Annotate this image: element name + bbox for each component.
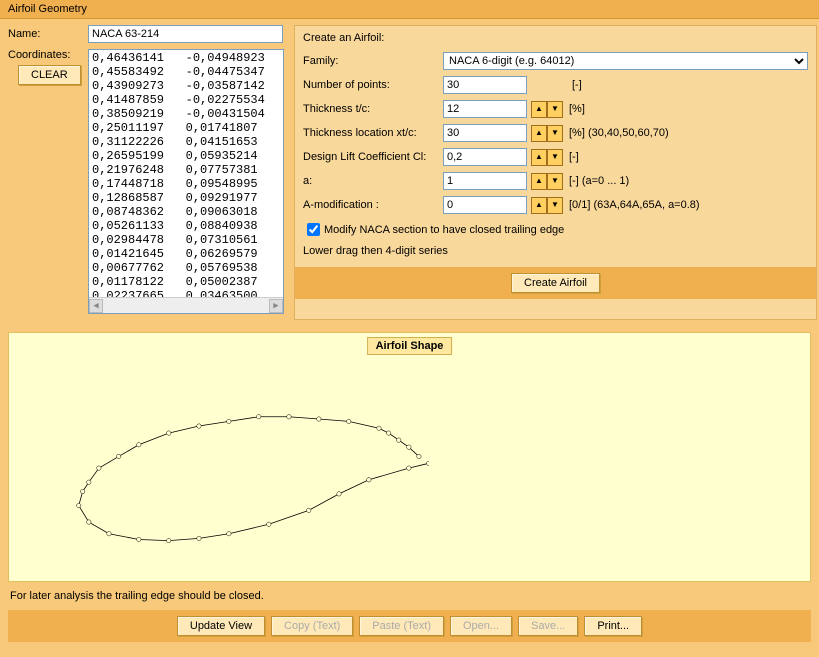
main-row: Name: Coordinates: CLEAR 0,46436141 -0,0… — [0, 19, 819, 320]
shape-title: Airfoil Shape — [367, 337, 453, 355]
family-label: Family: — [303, 55, 443, 67]
amod-unit: [0/1] (63A,64A,65A, a=0.8) — [569, 199, 700, 211]
cl-unit: [-] — [569, 151, 579, 163]
thickness-input[interactable] — [443, 100, 527, 118]
cl-label: Design Lift Coefficient Cl: — [303, 151, 443, 163]
left-column: Name: Coordinates: CLEAR 0,46436141 -0,0… — [8, 25, 284, 320]
a-input[interactable] — [443, 172, 527, 190]
thickloc-input[interactable] — [443, 124, 527, 142]
amod-up-icon[interactable]: ▲ — [531, 197, 547, 214]
print-button[interactable]: Print... — [584, 616, 642, 636]
npoints-input[interactable] — [443, 76, 527, 94]
h-scrollbar[interactable]: ◀ ▶ — [89, 297, 283, 313]
create-airfoil-button[interactable]: Create Airfoil — [511, 273, 600, 293]
a-up-icon[interactable]: ▲ — [531, 173, 547, 190]
thickloc-down-icon[interactable]: ▼ — [547, 125, 563, 142]
closed-te-checkbox[interactable] — [307, 223, 320, 236]
cl-down-icon[interactable]: ▼ — [547, 149, 563, 166]
paste-text-button[interactable]: Paste (Text) — [359, 616, 444, 636]
thickness-unit: [%] — [569, 103, 585, 115]
header-title: Airfoil Geometry — [8, 3, 87, 15]
amod-input[interactable] — [443, 196, 527, 214]
npoints-label: Number of points: — [303, 79, 443, 91]
name-input[interactable] — [88, 25, 283, 43]
scroll-right-icon[interactable]: ▶ — [269, 299, 283, 313]
coord-text: 0,46436141 -0,04948923 0,45583492 -0,044… — [92, 51, 265, 303]
coordinates-textarea[interactable]: 0,46436141 -0,04948923 0,45583492 -0,044… — [88, 49, 284, 314]
coord-label: Coordinates: — [8, 49, 88, 61]
name-label: Name: — [8, 28, 88, 40]
create-bar: Create Airfoil — [295, 267, 816, 299]
cl-up-icon[interactable]: ▲ — [531, 149, 547, 166]
right-column: Create an Airfoil: Family: NACA 6-digit … — [294, 25, 817, 320]
airfoil-plot — [69, 383, 429, 543]
note-text: For later analysis the trailing edge sho… — [10, 590, 809, 602]
open-button[interactable]: Open... — [450, 616, 512, 636]
copy-text-button[interactable]: Copy (Text) — [271, 616, 353, 636]
clear-button[interactable]: CLEAR — [18, 65, 81, 85]
thickness-up-icon[interactable]: ▲ — [531, 101, 547, 118]
save-button[interactable]: Save... — [518, 616, 578, 636]
thickness-down-icon[interactable]: ▼ — [547, 101, 563, 118]
airfoil-shape-panel: Airfoil Shape — [8, 332, 811, 582]
amod-down-icon[interactable]: ▼ — [547, 197, 563, 214]
scroll-left-icon[interactable]: ◀ — [89, 299, 103, 313]
npoints-unit: [-] — [572, 79, 582, 91]
amod-label: A-modification : — [303, 199, 443, 211]
bottom-toolbar: Update View Copy (Text) Paste (Text) Ope… — [8, 610, 811, 642]
update-view-button[interactable]: Update View — [177, 616, 265, 636]
info-text: Lower drag then 4-digit series — [303, 245, 808, 257]
thickness-label: Thickness t/c: — [303, 103, 443, 115]
section-header: Airfoil Geometry — [0, 0, 819, 19]
closed-te-label: Modify NACA section to have closed trail… — [324, 224, 564, 236]
thickloc-unit: [%] (30,40,50,60,70) — [569, 127, 669, 139]
family-select[interactable]: NACA 6-digit (e.g. 64012) — [443, 52, 808, 70]
a-down-icon[interactable]: ▼ — [547, 173, 563, 190]
thickloc-label: Thickness location xt/c: — [303, 127, 443, 139]
create-header: Create an Airfoil: — [303, 32, 808, 44]
cl-input[interactable] — [443, 148, 527, 166]
a-unit: [-] (a=0 ... 1) — [569, 175, 629, 187]
thickloc-up-icon[interactable]: ▲ — [531, 125, 547, 142]
a-label: a: — [303, 175, 443, 187]
